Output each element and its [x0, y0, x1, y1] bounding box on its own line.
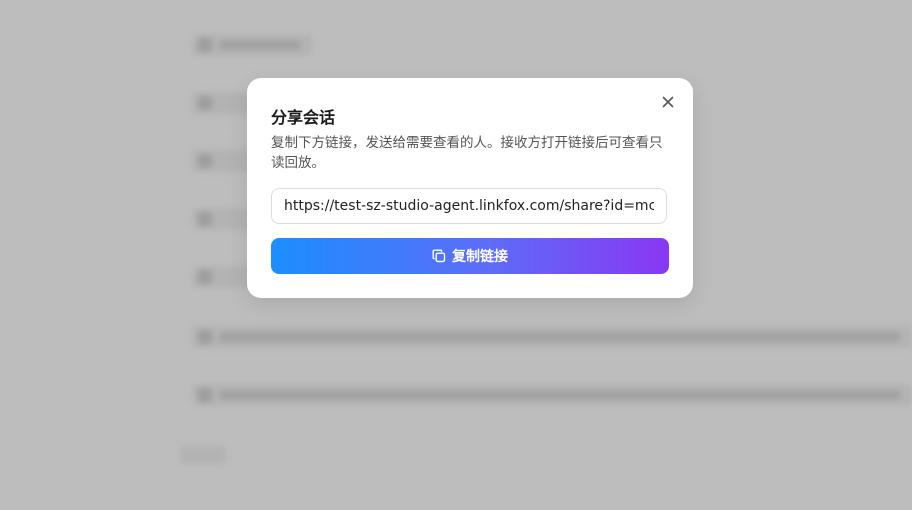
share-dialog: 分享会话 复制下方链接，发送给需要查看的人。接收方打开链接后可查看只读回放。 复…	[247, 78, 693, 298]
background-list-item	[192, 34, 312, 56]
background-label	[180, 446, 226, 464]
dialog-description: 复制下方链接，发送给需要查看的人。接收方打开链接后可查看只读回放。	[271, 135, 663, 171]
background-list-item	[192, 266, 252, 288]
background-list-item	[192, 326, 912, 348]
copy-link-label: 复制链接	[452, 249, 508, 265]
background-list-item	[192, 208, 252, 230]
copy-icon	[432, 249, 446, 263]
dialog-title: 分享会话	[271, 108, 336, 127]
background-list-item	[192, 92, 252, 114]
background-list-item	[192, 150, 252, 172]
copy-link-button[interactable]: 复制链接	[271, 238, 669, 274]
close-button[interactable]	[659, 93, 677, 111]
share-link-input[interactable]	[271, 188, 667, 224]
background-list-item	[192, 384, 912, 406]
close-icon	[662, 96, 674, 108]
